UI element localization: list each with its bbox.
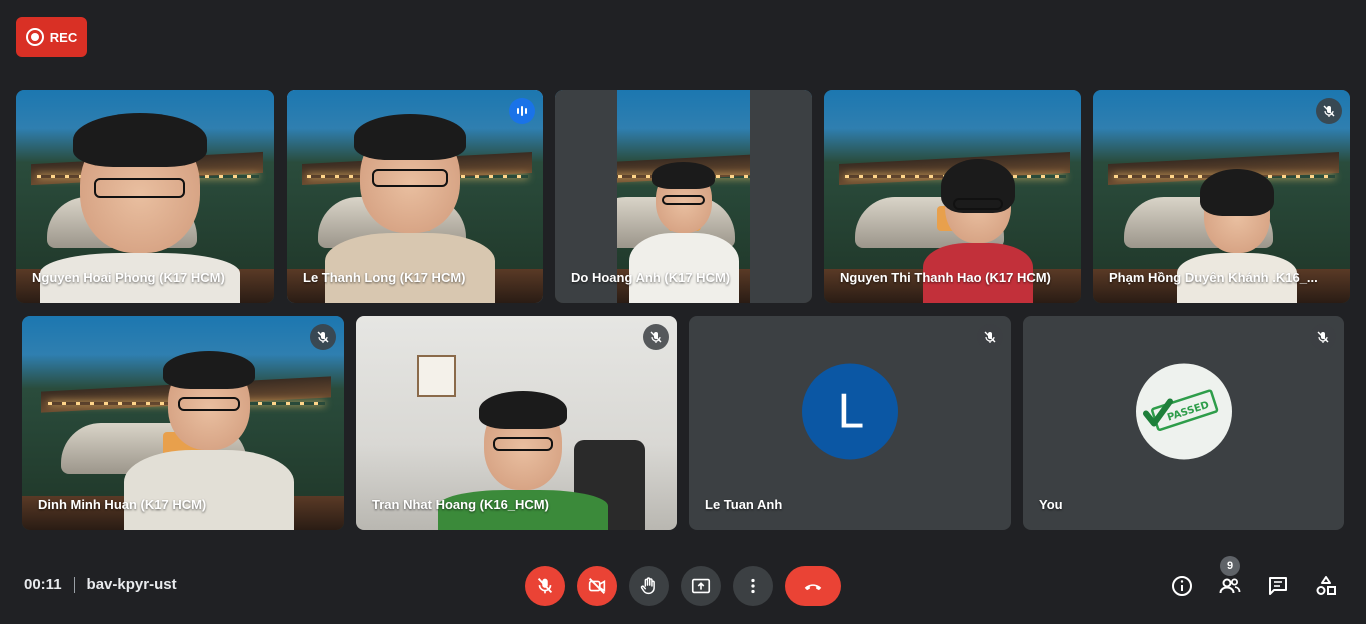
mic-off-icon xyxy=(1310,324,1336,350)
end-call-icon xyxy=(804,584,822,591)
mic-off-icon xyxy=(977,324,1003,350)
more-vert-icon xyxy=(751,578,755,594)
passed-stamp-icon: PASSED xyxy=(1142,389,1218,431)
participant-name: Phạm Hồng Duyên Khánh .K16_... xyxy=(1109,270,1318,285)
participant-tile[interactable]: L Le Tuan Anh xyxy=(689,316,1011,530)
participant-tile[interactable]: Phạm Hồng Duyên Khánh .K16_... xyxy=(1093,90,1350,303)
participant-tile[interactable]: Tran Nhat Hoang (K16_HCM) xyxy=(356,316,677,530)
avatar: PASSED xyxy=(1135,363,1232,460)
participant-tile-self[interactable]: PASSED You xyxy=(1023,316,1344,530)
participant-tile[interactable]: Do Hoang Anh (K17 HCM) xyxy=(555,90,812,303)
meeting-tools: 9 xyxy=(1170,556,1338,598)
participant-name: Tran Nhat Hoang (K16_HCM) xyxy=(372,497,549,512)
participant-name: Le Tuan Anh xyxy=(705,497,783,512)
activities-icon xyxy=(1316,576,1336,595)
present-screen-icon xyxy=(691,578,711,594)
participant-tile[interactable]: Nguyen Hoai Phong (K17 HCM) xyxy=(16,90,274,303)
participant-name: Nguyen Hoai Phong (K17 HCM) xyxy=(32,270,225,285)
raise-hand-button[interactable] xyxy=(629,566,669,606)
speaking-indicator-icon xyxy=(509,98,535,124)
mic-off-icon xyxy=(1316,98,1342,124)
recording-badge: REC xyxy=(16,17,87,57)
participant-name: You xyxy=(1039,497,1063,512)
mic-toggle-button[interactable] xyxy=(525,566,565,606)
record-icon xyxy=(25,28,44,46)
chat-icon xyxy=(1269,577,1287,595)
mic-off-icon xyxy=(643,324,669,350)
participant-tile[interactable]: Dinh Minh Huan (K17 HCM) xyxy=(22,316,344,530)
recording-label: REC xyxy=(49,29,78,45)
more-options-button[interactable] xyxy=(733,566,773,606)
activities-button[interactable] xyxy=(1314,574,1338,598)
participant-name: Nguyen Thi Thanh Hao (K17 HCM) xyxy=(840,270,1051,285)
people-count-badge: 9 xyxy=(1220,556,1240,576)
hand-icon xyxy=(640,577,655,595)
camera-toggle-button[interactable] xyxy=(577,566,617,606)
present-now-button[interactable] xyxy=(681,566,721,606)
mic-off-icon xyxy=(537,578,553,594)
mic-off-icon xyxy=(310,324,336,350)
participant-tile[interactable]: Nguyen Thi Thanh Hao (K17 HCM) xyxy=(824,90,1081,303)
call-controls xyxy=(0,566,1366,606)
leave-call-button[interactable] xyxy=(785,566,841,606)
participant-name: Dinh Minh Huan (K17 HCM) xyxy=(38,497,207,512)
chat-button[interactable] xyxy=(1266,574,1290,598)
people-button[interactable]: 9 xyxy=(1218,556,1242,598)
participant-name: Do Hoang Anh (K17 HCM) xyxy=(571,270,731,285)
people-icon xyxy=(1219,578,1241,594)
meeting-details-button[interactable] xyxy=(1170,574,1194,598)
camera-off-icon xyxy=(588,578,606,594)
avatar: L xyxy=(802,363,898,460)
participant-name: Le Thanh Long (K17 HCM) xyxy=(303,270,466,285)
info-icon xyxy=(1172,576,1192,596)
participant-tile-active[interactable]: Le Thanh Long (K17 HCM) xyxy=(287,90,543,303)
